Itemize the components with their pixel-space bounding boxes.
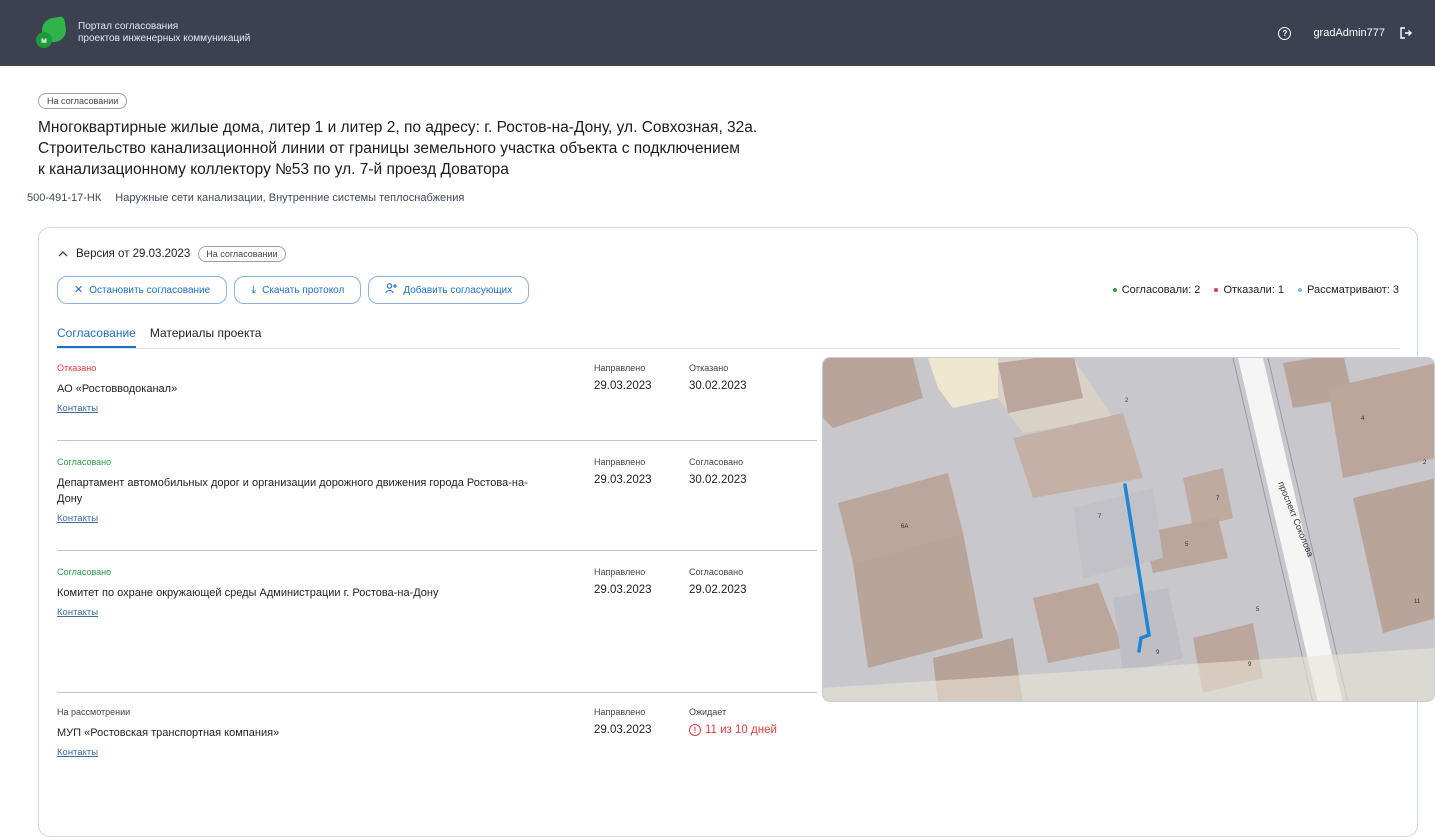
project-map[interactable]: проспект Соколова 2 4 2 6А 7 7 5 5 9 9 1… (822, 357, 1435, 702)
approval-row: Отказано АО «Ростовводоканал» Контакты Н… (57, 363, 817, 416)
top-bar: м Портал согласования проектов инженерны… (0, 0, 1435, 66)
sent-label: Направлено (594, 567, 646, 577)
result-column: Согласовано 30.02.2023 (689, 457, 747, 486)
stop-approval-button[interactable]: ✕ Остановить согласование (57, 276, 228, 304)
result-label: Отказано (689, 363, 729, 373)
approval-org: Департамент автомобильных дорог и органи… (57, 477, 528, 505)
approval-org: МУП «Ростовская транспортная компания» (57, 727, 280, 739)
result-column: Согласовано 29.02.2023 (689, 567, 747, 596)
brand-line-2: проектов инженерных коммуникаций (78, 33, 251, 44)
rejected-dot-icon (1214, 288, 1219, 292)
add-user-icon (385, 283, 398, 297)
sent-column: Направлено 29.03.2023 (594, 457, 652, 486)
sent-column: Направлено 29.03.2023 (594, 707, 652, 736)
sent-date: 29.03.2023 (594, 584, 652, 596)
contacts-link[interactable]: Контакты (57, 403, 98, 414)
result-column: Отказано 30.02.2023 (689, 363, 747, 392)
title-line-3: к канализационному коллектору №53 по ул.… (38, 161, 509, 178)
tab-approval[interactable]: Согласование (57, 326, 136, 348)
row-divider (57, 440, 817, 441)
stop-approval-label: Остановить согласование (89, 284, 211, 296)
sent-column: Направлено 29.03.2023 (594, 567, 652, 596)
stat-rejected: Отказали: 1 (1214, 284, 1284, 296)
approval-org: Комитет по охране окружающей среды Админ… (57, 587, 439, 599)
map-canvas[interactable]: проспект Соколова 2 4 2 6А 7 7 5 5 9 9 1… (823, 358, 1435, 702)
sent-date: 29.03.2023 (594, 724, 652, 736)
sent-label: Направлено (594, 363, 646, 373)
tab-project-materials[interactable]: Материалы проекта (150, 326, 262, 348)
project-systems: Наружные сети канализации, Внутренние си… (115, 192, 465, 204)
house-number: 6А (901, 524, 908, 530)
logo-letter: м (36, 32, 52, 48)
tab-bar: Согласование Материалы проекта (57, 326, 1399, 349)
result-column: Ожидает ! 11 из 10 дней (689, 707, 777, 736)
download-icon: ⤓ (251, 283, 257, 296)
sent-label: Направлено (594, 457, 646, 467)
brand-title: Портал согласования проектов инженерных … (78, 21, 250, 45)
title-line-1: Многоквартирные жилые дома, литер 1 и ли… (38, 119, 758, 136)
sent-label: Направлено (594, 707, 646, 717)
result-label: Ожидает (689, 707, 727, 717)
approval-row: Согласовано Департамент автомобильных до… (57, 457, 817, 526)
contacts-link[interactable]: Контакты (57, 607, 98, 618)
approval-row: Согласовано Комитет по охране окружающей… (57, 567, 817, 620)
row-divider (57, 550, 817, 551)
sent-date: 29.03.2023 (594, 474, 652, 486)
project-status-badge: На согласовании (38, 93, 128, 109)
stat-approved-label: Согласовали: 2 (1121, 284, 1201, 296)
result-date: 30.02.2023 (689, 380, 747, 392)
brand-line-1: Портал согласования (78, 21, 179, 32)
project-meta: 500-491-17-НК Наружные сети канализации,… (27, 192, 464, 204)
approval-org: АО «Ростовводоканал» (57, 383, 178, 395)
version-status-badge: На согласовании (198, 246, 286, 262)
row-divider (57, 692, 817, 693)
stat-reviewing-label: Рассматривают: 3 (1307, 284, 1399, 296)
result-label: Согласовано (689, 567, 744, 577)
stat-reviewing: Рассматривают: 3 (1298, 284, 1399, 296)
result-date: 11 из 10 дней (705, 724, 777, 736)
download-protocol-button[interactable]: ⤓ Скачать протокол (234, 276, 362, 304)
close-icon: ✕ (74, 283, 84, 296)
contacts-link[interactable]: Контакты (57, 747, 98, 758)
result-label: Согласовано (689, 457, 744, 467)
house-number: 11 (1414, 599, 1421, 605)
download-protocol-label: Скачать протокол (262, 284, 345, 296)
chevron-up-icon[interactable] (58, 250, 68, 258)
contacts-link[interactable]: Контакты (57, 513, 98, 524)
stat-approved: Согласовали: 2 (1112, 284, 1201, 296)
sent-column: Направлено 29.03.2023 (594, 363, 652, 392)
username[interactable]: gradAdmin777 (1313, 27, 1385, 39)
version-header[interactable]: Версия от 29.03.2023 На согласовании (58, 246, 286, 262)
project-code: 500-491-17-НК (27, 192, 102, 204)
approved-dot-icon (1112, 288, 1117, 292)
result-date: 30.02.2023 (689, 474, 747, 486)
page-title: Многоквартирные жилые дома, литер 1 и ли… (38, 117, 798, 180)
title-line-2: Строительство канализационной линии от г… (38, 140, 740, 157)
version-actions: ✕ Остановить согласование ⤓ Скачать прот… (57, 276, 530, 304)
overdue-indicator: ! 11 из 10 дней (689, 724, 777, 736)
reviewing-dot-icon (1298, 288, 1303, 292)
logout-icon[interactable] (1399, 26, 1413, 40)
logo[interactable]: м (36, 16, 68, 48)
sent-date: 29.03.2023 (594, 380, 652, 392)
add-approvers-label: Добавить согласующих (403, 284, 513, 296)
help-icon[interactable]: ? (1278, 26, 1292, 40)
add-approvers-button[interactable]: Добавить согласующих (368, 276, 530, 304)
approval-row: На рассмотрении МУП «Ростовская транспор… (57, 707, 817, 760)
result-date: 29.02.2023 (689, 584, 747, 596)
version-label: Версия от 29.03.2023 (76, 248, 191, 260)
warning-icon: ! (689, 724, 701, 736)
approval-stats: Согласовали: 2 Отказали: 1 Рассматривают… (1112, 284, 1399, 296)
stat-rejected-label: Отказали: 1 (1223, 284, 1285, 296)
